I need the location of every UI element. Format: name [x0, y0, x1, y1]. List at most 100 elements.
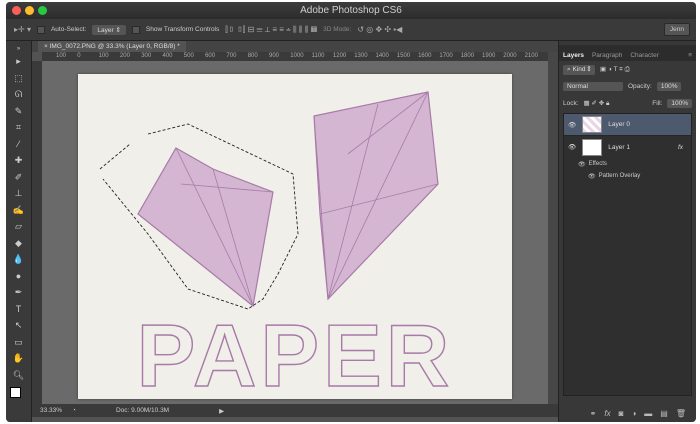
rectangle-tool-icon[interactable]: ▭	[6, 334, 31, 351]
ruler-tick: 100	[98, 53, 109, 59]
visibility-eye-icon[interactable]: 👁︎	[568, 121, 576, 129]
zoom-tool-icon[interactable]: 🔍︎	[6, 367, 31, 384]
visibility-eye-icon[interactable]: 👁︎	[588, 173, 596, 180]
dodge-tool-icon[interactable]: ●	[6, 268, 31, 285]
link-icon[interactable]: ⚭	[590, 409, 597, 418]
brush-tool-icon[interactable]: ✐	[6, 169, 31, 186]
panel-menu-icon[interactable]: ≡	[688, 52, 692, 59]
tab-paragraph[interactable]: Paragraph	[592, 52, 622, 59]
fill-input[interactable]: 100%	[667, 99, 692, 108]
right-diamond-shape	[313, 91, 439, 301]
ruler-tick: 100	[56, 53, 67, 59]
status-info-icon: ◔	[72, 407, 76, 414]
ruler-tick: 600	[205, 53, 216, 59]
clone-stamp-tool-icon[interactable]: ⊥	[6, 185, 31, 202]
auto-select-checkbox[interactable]	[36, 25, 45, 34]
options-bar: ▸✛ ▾ Auto-Select: Layer ⇕ Show Transform…	[6, 19, 696, 41]
panel-tabs: Layers Paragraph Character ≡	[559, 45, 696, 61]
vertical-ruler	[32, 61, 42, 404]
status-menu-arrow[interactable]: ▶	[219, 407, 224, 415]
quick-select-tool-icon[interactable]: ✎	[6, 103, 31, 120]
trash-icon[interactable]: 🗑︎	[676, 409, 686, 418]
title-bar: Adobe Photoshop CS6	[6, 2, 696, 19]
workspace-button[interactable]: Jenn	[663, 23, 690, 36]
auto-select-label: Auto-Select:	[50, 26, 87, 33]
document-tab[interactable]: × IMG_0072.PNG @ 33.3% (Layer 0, RGB/8) …	[38, 41, 186, 52]
visibility-eye-icon[interactable]: 👁︎	[578, 161, 586, 168]
visibility-eye-icon[interactable]: 👁︎	[568, 143, 576, 151]
maximize-button[interactable]	[38, 6, 47, 15]
auto-select-dropdown[interactable]: Layer ⇕	[92, 24, 126, 35]
path-select-tool-icon[interactable]: ↖	[6, 317, 31, 334]
hand-tool-icon[interactable]: ✋	[6, 350, 31, 367]
crop-tool-icon[interactable]: ⌗	[6, 119, 31, 136]
filter-type-icons[interactable]: ▣ ◑ T ⌗ ⎙	[600, 65, 630, 74]
mask-icon[interactable]: ◙	[619, 409, 624, 418]
collapse-icon[interactable]: »	[6, 41, 31, 53]
ruler-tick: 1100	[311, 53, 325, 59]
blur-tool-icon[interactable]: 💧	[6, 251, 31, 268]
filter-kind-dropdown[interactable]: ⌕ Kind ⇕	[563, 64, 595, 75]
ruler-tick: 1700	[439, 53, 453, 59]
paper-text: PAPER	[137, 306, 454, 399]
blend-mode-dropdown[interactable]: Normal	[563, 82, 623, 91]
transform-controls-checkbox[interactable]	[131, 25, 140, 34]
transform-controls-label: Show Transform Controls	[145, 26, 220, 33]
fx-icon[interactable]: fx	[678, 144, 683, 151]
adjustment-icon[interactable]: ◑	[631, 409, 636, 418]
photoshop-window: Adobe Photoshop CS6 ▸✛ ▾ Auto-Select: La…	[6, 2, 696, 422]
layer-name: Layer 1	[608, 143, 630, 151]
layer-row[interactable]: 👁︎ Layer 1 fx	[564, 136, 691, 158]
auto-select-value: Layer	[97, 26, 114, 34]
lasso-tool-icon[interactable]: ᘏ	[6, 86, 31, 103]
ruler-tick: 1600	[418, 53, 432, 59]
fill-label: Fill:	[652, 100, 663, 107]
status-bar: 33.33% ◔ Doc: 9.00M/10.3M ▶	[32, 404, 558, 417]
ruler-tick: 2000	[503, 53, 517, 59]
pen-tool-icon[interactable]: ✒	[6, 284, 31, 301]
document-canvas[interactable]: PAPER	[78, 74, 512, 406]
effects-row[interactable]: 👁︎ Effects	[564, 158, 691, 170]
ruler-tick: 300	[141, 53, 152, 59]
new-layer-icon[interactable]: ▤	[660, 409, 668, 418]
tab-layers[interactable]: Layers	[563, 52, 584, 59]
ruler-tick: 1400	[375, 53, 389, 59]
ruler-tick: 1800	[460, 53, 475, 59]
layer-row[interactable]: 👁︎ Layer 0	[564, 114, 691, 136]
lock-icons[interactable]: ▦ ✐ ✥ 🔒︎	[584, 99, 610, 108]
type-tool-icon[interactable]: T	[6, 301, 31, 318]
ruler-tick: 400	[162, 53, 173, 59]
ruler-tick: 1900	[482, 53, 496, 59]
artwork: PAPER	[99, 91, 454, 406]
ruler-tick: 1500	[396, 53, 411, 59]
zoom-level[interactable]: 33.33%	[40, 407, 62, 414]
layers-footer: ⚭ fx ◙ ◑ ▬ ▤ 🗑︎	[559, 405, 696, 422]
move-tool-icon[interactable]: ▸	[6, 53, 31, 70]
eraser-tool-icon[interactable]: ▱	[6, 218, 31, 235]
move-tool-icon[interactable]: ▸✛ ▾	[14, 25, 31, 34]
filter-kind-value: Kind	[572, 65, 586, 73]
eyedropper-tool-icon[interactable]: ⁄	[6, 136, 31, 153]
opacity-input[interactable]: 100%	[656, 82, 682, 91]
fx-button-icon[interactable]: fx	[604, 409, 610, 418]
ruler-tick: 200	[119, 53, 130, 59]
3d-mode-label: 3D Mode:	[323, 26, 352, 33]
gradient-tool-icon[interactable]: ◆	[6, 235, 31, 252]
vertical-scrollbar[interactable]	[548, 52, 558, 404]
tools-panel: » ▸ ⬚ ᘏ ✎ ⌗ ⁄ ✚ ✐ ⊥ ✍ ▱ ◆ 💧 ● ✒ T ↖ ▭ ✋ …	[6, 41, 32, 422]
color-swatches[interactable]	[6, 383, 31, 400]
effects-label: Effects	[588, 161, 607, 167]
3d-tools-icons[interactable]: ↺ ◎ ✥ ✣ ▪◀	[357, 25, 402, 34]
minimize-button[interactable]	[25, 6, 34, 15]
align-icons[interactable]: ⫿▯ ▯⫿ ⊟ ☰ ⊥ ≡ ≡ ≐ ⫼ ⫼ ⫼ ▦	[225, 25, 317, 35]
healing-tool-icon[interactable]: ✚	[6, 152, 31, 169]
close-button[interactable]	[12, 6, 21, 15]
effect-row[interactable]: 👁︎ Pattern Overlay	[564, 170, 691, 182]
effect-label: Pattern Overlay	[598, 173, 641, 179]
history-brush-tool-icon[interactable]: ✍	[6, 202, 31, 219]
ruler-tick: 0	[77, 53, 81, 59]
tab-character[interactable]: Character	[630, 52, 659, 59]
folder-icon[interactable]: ▬	[644, 409, 652, 418]
marquee-tool-icon[interactable]: ⬚	[6, 70, 31, 87]
opacity-label: Opacity:	[628, 83, 652, 90]
